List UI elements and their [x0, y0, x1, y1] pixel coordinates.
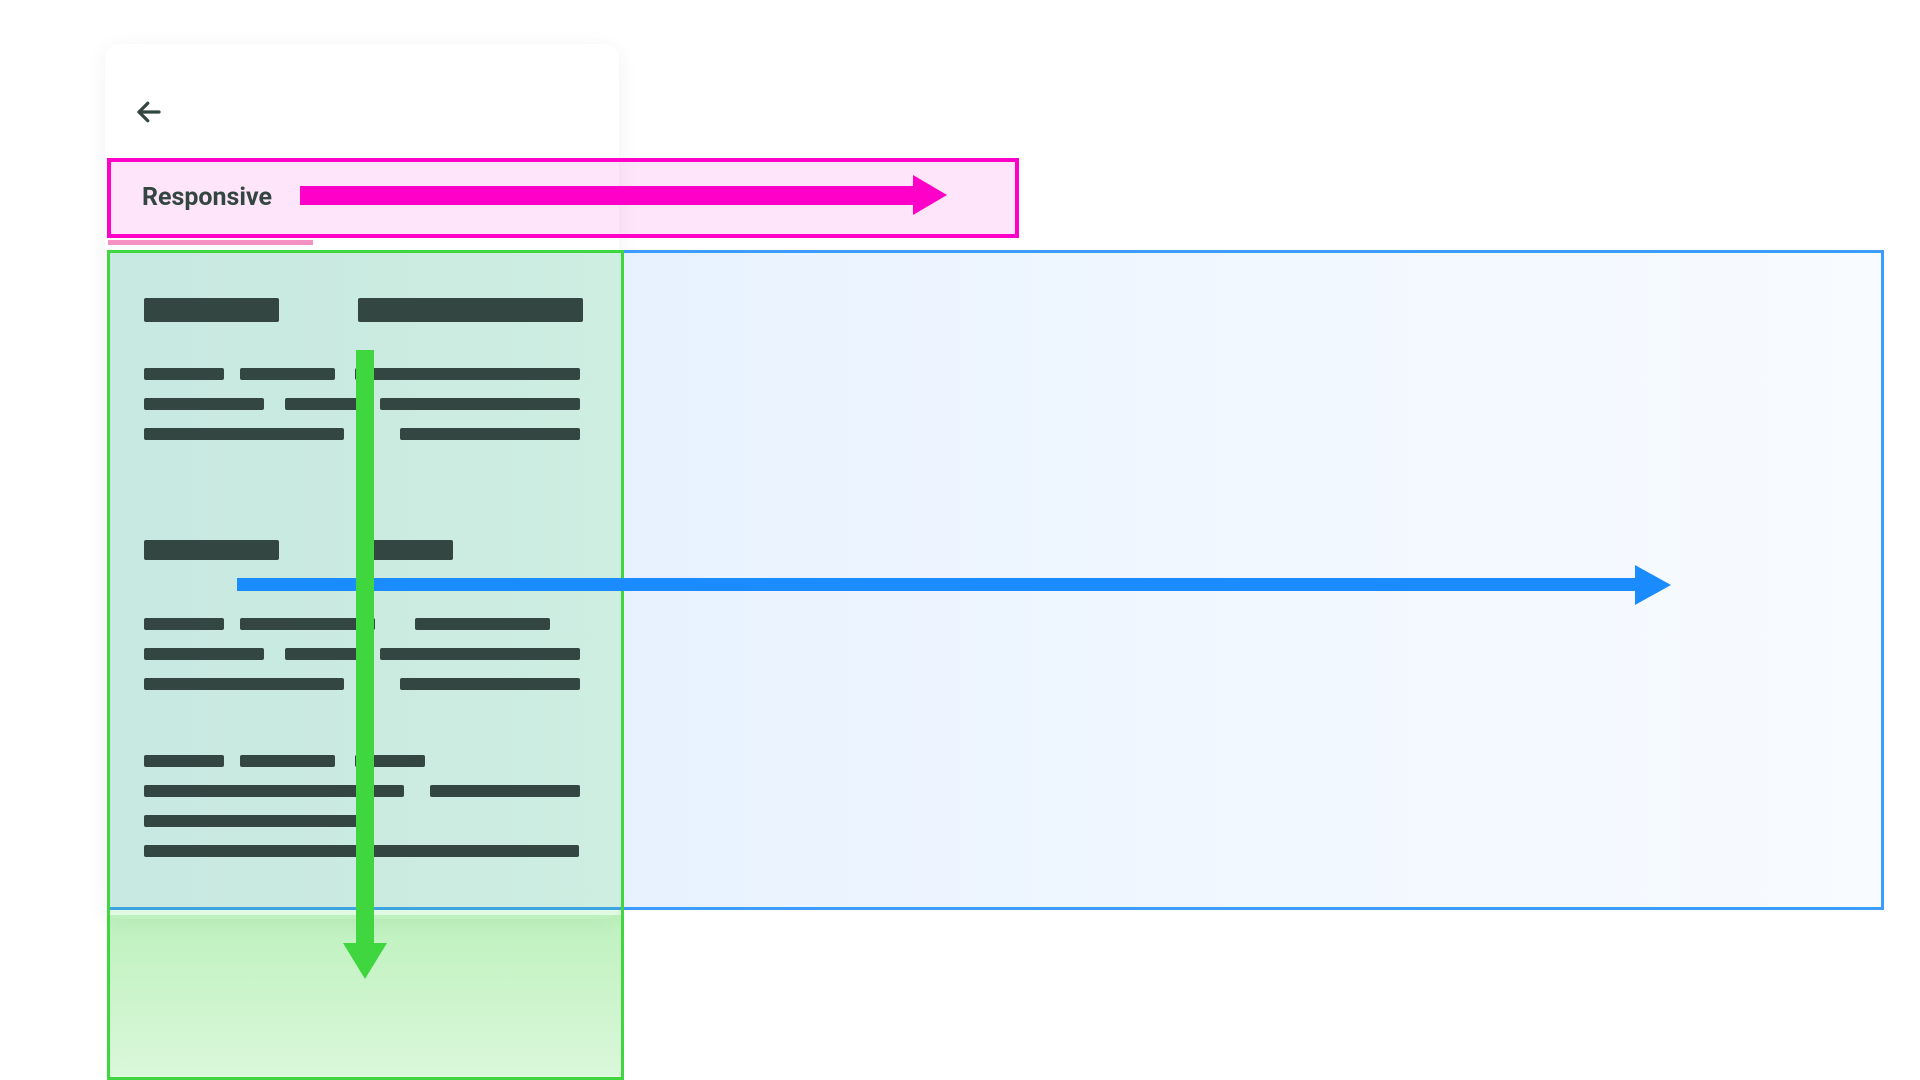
tab-responsive[interactable]: Responsive: [142, 183, 272, 212]
placeholder-bar: [144, 298, 279, 322]
placeholder-bar: [240, 618, 375, 630]
green-arrow: [356, 350, 374, 945]
placeholder-bar: [358, 298, 583, 322]
placeholder-bar: [380, 648, 580, 660]
placeholder-bar: [400, 678, 580, 690]
blue-arrow-head-icon: [1635, 565, 1671, 605]
pink-arrow: [300, 186, 915, 205]
placeholder-bar: [144, 815, 359, 827]
placeholder-bar: [380, 398, 580, 410]
placeholder-bar: [144, 540, 279, 560]
arrow-left-icon: [134, 97, 164, 127]
placeholder-bar: [400, 428, 580, 440]
diagram-stage: Responsive: [0, 0, 1920, 1080]
back-button[interactable]: [129, 92, 169, 132]
green-arrow-head-icon: [343, 943, 387, 979]
placeholder-bar: [240, 755, 335, 767]
placeholder-bar: [144, 678, 344, 690]
placeholder-bar: [144, 618, 224, 630]
placeholder-bar: [415, 618, 550, 630]
placeholder-bar: [240, 368, 335, 380]
active-tab-underline: [108, 240, 313, 245]
placeholder-bar: [144, 648, 264, 660]
pink-arrow-head-icon: [913, 175, 947, 215]
placeholder-bar: [144, 428, 344, 440]
blue-arrow: [237, 578, 1637, 591]
placeholder-bar: [144, 398, 264, 410]
placeholder-bar: [430, 785, 580, 797]
placeholder-bar: [144, 368, 224, 380]
placeholder-bar: [285, 648, 360, 660]
placeholder-bar: [355, 368, 580, 380]
placeholder-bar: [144, 755, 224, 767]
placeholder-bar: [285, 398, 360, 410]
